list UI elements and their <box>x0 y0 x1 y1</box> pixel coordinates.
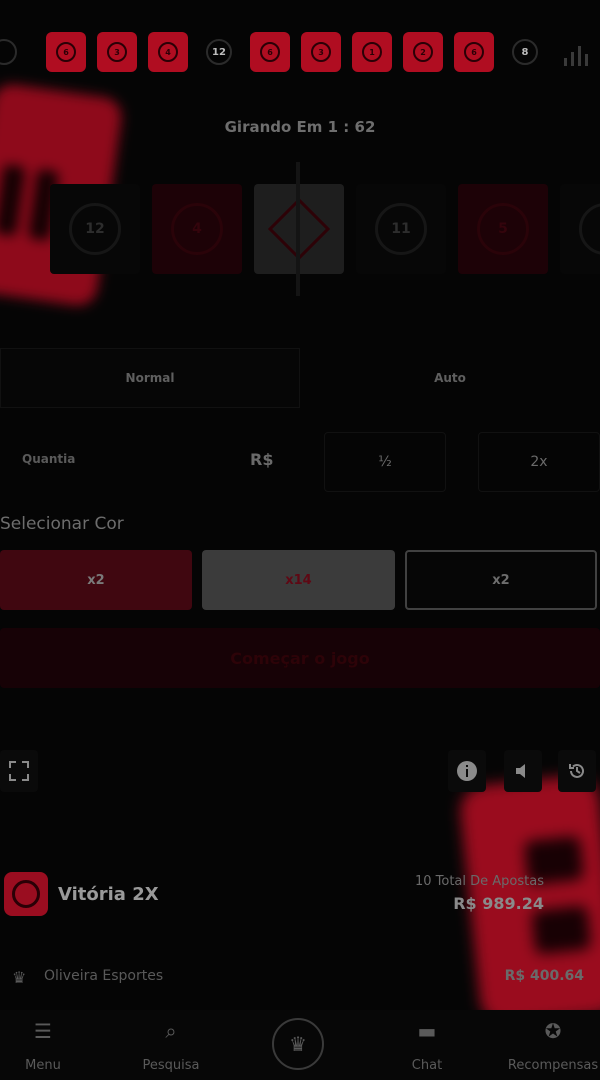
bettor-amount: R$ 400.64 <box>504 968 584 984</box>
history-chip-number: 12 <box>206 39 232 65</box>
nav-menu[interactable]: ☰ Menu <box>0 1018 98 1073</box>
wheel-tile: 5 <box>458 184 548 274</box>
select-color-label: Selecionar Cor <box>0 514 124 534</box>
tab-normal[interactable]: Normal <box>0 348 300 408</box>
history-icon[interactable] <box>558 750 596 792</box>
history-chip <box>0 32 24 72</box>
history-chip: 1 <box>352 32 392 72</box>
stats-icon[interactable] <box>562 40 592 66</box>
crown-icon: ♛ <box>289 1032 307 1056</box>
chat-icon: ▬ <box>417 1019 437 1043</box>
history-chip-number: 6 <box>56 42 76 62</box>
star-icon: ✪ <box>544 1019 562 1043</box>
win-title: Vitória 2X <box>58 884 159 905</box>
history-chip-number: 4 <box>158 42 178 62</box>
half-amount-button[interactable]: ½ <box>324 432 446 492</box>
wheel-pointer <box>296 162 300 296</box>
history-chip-number: 6 <box>464 42 484 62</box>
wheel-tile: 4 <box>152 184 242 274</box>
bettor-name: Oliveira Esportes <box>44 968 164 984</box>
history-chip: 2 <box>403 32 443 72</box>
menu-icon: ☰ <box>34 1019 52 1043</box>
mode-tabs: Normal Auto <box>0 348 600 408</box>
black-color-button[interactable]: x2 <box>405 550 597 610</box>
nav-rewards[interactable]: ✪ Recompensas <box>498 1018 600 1073</box>
history-chip: 3 <box>301 32 341 72</box>
history-chip: 6 <box>454 32 494 72</box>
bottom-navigation: ☰ Menu ⌕ Pesquisa ♛ ▬ Chat ✪ Recompensas <box>0 1010 600 1080</box>
wheel-tile-number <box>579 203 600 255</box>
history-chip-number: 6 <box>260 42 280 62</box>
history-chip: 6 <box>250 32 290 72</box>
wheel-tile: 11 <box>356 184 446 274</box>
history-chip: 6 <box>46 32 86 72</box>
wheel-tile-number: 4 <box>171 203 223 255</box>
wheel-tile: 12 <box>50 184 140 274</box>
amount-label: Quantia <box>22 452 76 466</box>
info-icon[interactable] <box>448 750 486 792</box>
history-chip: 12 <box>199 32 239 72</box>
win-amount: R$ 989.24 <box>453 894 544 913</box>
total-bets: 10 Total De Apostas <box>414 874 544 889</box>
wheel-tile-number: 5 <box>477 203 529 255</box>
crown-icon: ♛ <box>12 968 27 987</box>
history-chip-number: 3 <box>107 42 127 62</box>
amount-currency[interactable]: R$ <box>250 450 273 469</box>
history-chip-number <box>0 39 17 65</box>
wheel-tile-number: 11 <box>375 203 427 255</box>
win-color-icon <box>4 872 48 916</box>
start-game-button[interactable]: Começar o jogo <box>0 628 600 688</box>
nav-home-crown[interactable]: ♛ <box>272 1018 324 1070</box>
search-icon: ⌕ <box>165 1019 177 1043</box>
fullscreen-icon[interactable] <box>0 750 38 792</box>
red-color-button[interactable]: x2 <box>0 550 192 610</box>
history-chip: 8 <box>505 32 545 72</box>
tab-auto[interactable]: Auto <box>300 348 600 408</box>
history-chip-number: 3 <box>311 42 331 62</box>
volume-icon[interactable] <box>504 750 542 792</box>
double-amount-button[interactable]: 2x <box>478 432 600 492</box>
history-chip: 3 <box>97 32 137 72</box>
wheel-tile-number: 12 <box>69 203 121 255</box>
history-chip-number: 8 <box>512 39 538 65</box>
white-color-button[interactable]: x14 <box>202 550 395 610</box>
nav-search[interactable]: ⌕ Pesquisa <box>116 1018 226 1073</box>
wheel-tile <box>560 184 600 274</box>
history-chip: 4 <box>148 32 188 72</box>
nav-chat[interactable]: ▬ Chat <box>372 1018 482 1073</box>
history-chip-number: 1 <box>362 42 382 62</box>
spin-countdown: Girando Em 1 : 62 <box>224 118 376 136</box>
history-chip-number: 2 <box>413 42 433 62</box>
roulette-wheel: 12 4 11 5 <box>0 180 600 276</box>
recent-results-strip: 6 3 4 12 6 3 1 2 6 8 <box>0 32 600 76</box>
